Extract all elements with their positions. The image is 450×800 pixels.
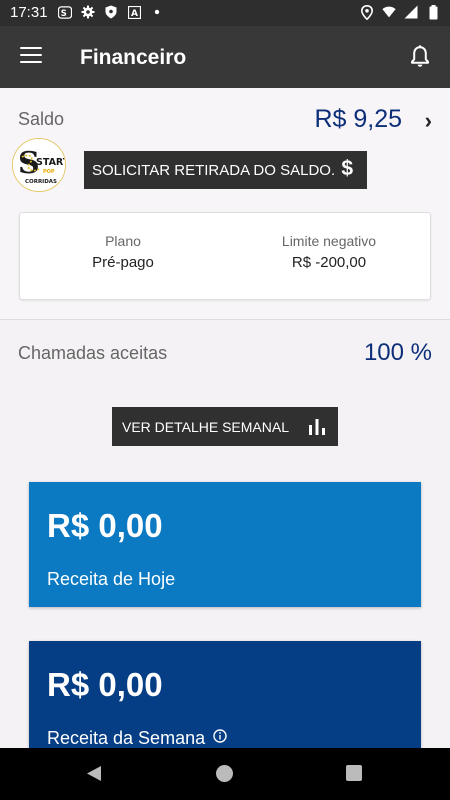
company-logo: S START POP CORRIDAS: [12, 138, 66, 192]
logo-word: START: [36, 157, 66, 168]
shield-icon: [104, 5, 118, 19]
battery-icon: [426, 4, 440, 19]
chevron-right-icon[interactable]: ›: [425, 108, 432, 134]
revenue-today-amount: R$ 0,00: [47, 507, 163, 544]
plan-info-card: Plano Pré-pago Limite negativo R$ -200,0…: [19, 212, 431, 300]
balance-label: Saldo: [18, 109, 65, 129]
font-icon: A: [127, 5, 141, 19]
dot-icon: [150, 5, 164, 19]
home-icon[interactable]: [216, 765, 233, 782]
bell-icon[interactable]: [410, 45, 432, 69]
accepted-calls-value: 100 %: [363, 339, 432, 366]
gear-icon: [81, 5, 95, 19]
app-icon: S: [58, 5, 72, 19]
withdraw-balance-button[interactable]: SOLICITAR RETIRADA DO SALDO. $: [84, 151, 367, 189]
wifi-icon: [382, 5, 396, 19]
revenue-week-amount: R$ 0,00: [47, 666, 163, 703]
page-title: Financeiro: [80, 46, 187, 69]
system-navigation-bar: [0, 748, 450, 800]
status-time: 17:31: [10, 4, 48, 21]
recent-apps-icon[interactable]: [346, 765, 362, 781]
limit-column: Limite negativo R$ -200,00: [226, 233, 432, 271]
revenue-week-caption: Receita da Semana: [47, 728, 206, 748]
plan-column: Plano Pré-pago: [20, 233, 226, 271]
limit-label: Limite negativo: [281, 233, 377, 249]
limit-value: R$ -200,00: [291, 254, 367, 271]
status-bar: 17:31 S A: [0, 0, 450, 26]
revenue-today-caption: Receita de Hoje: [47, 569, 176, 589]
svg-text:A: A: [131, 9, 138, 19]
info-icon[interactable]: [213, 727, 227, 743]
menu-icon[interactable]: [20, 47, 42, 65]
logo-pop: POP: [43, 169, 55, 175]
location-icon: [360, 4, 374, 20]
app-bar: Financeiro: [0, 26, 450, 88]
accepted-calls-label: Chamadas aceitas: [18, 343, 168, 363]
signal-icon: [404, 5, 418, 19]
plan-label: Plano: [105, 233, 141, 249]
weekly-detail-label: VER DETALHE SEMANAL: [122, 418, 290, 435]
logo-corridas: CORRIDAS: [25, 179, 57, 185]
withdraw-label: SOLICITAR RETIRADA DO SALDO.: [92, 161, 336, 179]
plan-value: Pré-pago: [92, 254, 154, 271]
svg-text:S: S: [61, 7, 67, 17]
bar-chart-icon: [308, 418, 326, 435]
weekly-detail-button[interactable]: VER DETALHE SEMANAL: [112, 407, 338, 446]
balance-section: Saldo R$ 9,25 › S START POP CORRIDAS SOL…: [0, 88, 450, 320]
back-icon[interactable]: [86, 765, 102, 787]
revenue-week-card[interactable]: R$ 0,00 Receita da Semana: [29, 641, 421, 751]
revenue-today-card[interactable]: R$ 0,00 Receita de Hoje: [29, 482, 421, 607]
dollar-icon: $: [341, 157, 353, 180]
revenue-week-caption-row: Receita da Semana: [47, 727, 227, 749]
balance-value[interactable]: R$ 9,25: [314, 105, 402, 134]
